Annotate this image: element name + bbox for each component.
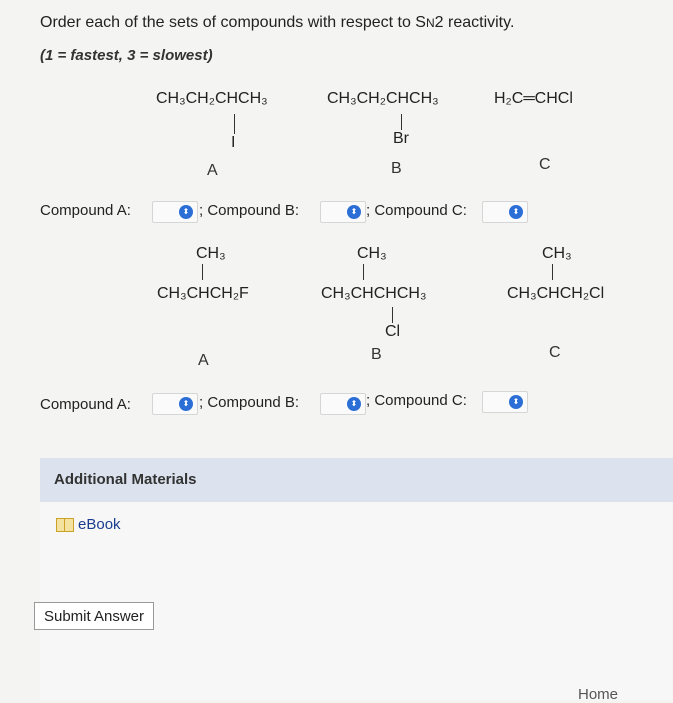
select-chevron-icon: ⬍ (347, 205, 361, 219)
set2-compound-b-bond-top (363, 264, 364, 280)
select-chevron-icon: ⬍ (509, 205, 523, 219)
set2-compound-a-main: CH₃CHCH₂F (157, 285, 249, 302)
set2-compound-a-top: CH₃ (196, 245, 226, 262)
set1-compound-a-substituent: I (231, 134, 236, 151)
question-title: Order each of the sets of compounds with… (40, 14, 514, 32)
set2-compound-b-main: CH₃CHCHCH₃ (321, 285, 427, 302)
book-icon (56, 517, 74, 532)
set2-compound-a-letter: A (198, 352, 209, 369)
select-chevron-icon: ⬍ (179, 397, 193, 411)
title-text: Order each of the sets of compounds with… (40, 14, 426, 31)
title-subscript: N (425, 16, 435, 30)
set1-compound-c-main: H₂C═CHCl (494, 90, 573, 107)
set2-compound-c-bond (552, 264, 553, 280)
ebook-label: eBook (78, 516, 121, 533)
set1-label-c: ; Compound C: (366, 202, 467, 219)
set1-compound-b-bond (401, 114, 402, 130)
set1-select-b[interactable]: ⬍ (320, 201, 366, 223)
set2-compound-c-letter: C (549, 344, 561, 361)
set2-select-b[interactable]: ⬍ (320, 393, 366, 415)
set2-compound-b-top: CH₃ (357, 245, 387, 262)
select-chevron-icon: ⬍ (179, 205, 193, 219)
home-link[interactable]: Home (578, 686, 618, 703)
set2-compound-c-top: CH₃ (542, 245, 572, 262)
set2-compound-b-substituent: Cl (385, 323, 401, 340)
set1-select-a[interactable]: ⬍ (152, 201, 198, 223)
set1-compound-c-letter: C (539, 156, 551, 173)
set2-select-c[interactable]: ⬍ (482, 391, 528, 413)
set2-compound-b-bond-bottom (392, 307, 393, 323)
set1-compound-a-bond (234, 114, 235, 134)
set1-compound-b-letter: B (391, 160, 402, 177)
set1-select-c[interactable]: ⬍ (482, 201, 528, 223)
question-subtitle: (1 = fastest, 3 = slowest) (40, 47, 213, 64)
set1-compound-a-main: CH₃CH₂CHCH₃ (156, 90, 268, 107)
set2-label-a: Compound A: (40, 396, 131, 413)
set1-compound-b-substituent: Br (393, 130, 409, 147)
select-chevron-icon: ⬍ (347, 397, 361, 411)
set2-select-a[interactable]: ⬍ (152, 393, 198, 415)
additional-materials-title: Additional Materials (54, 471, 197, 488)
set1-compound-b-main: CH₃CH₂CHCH₃ (327, 90, 439, 107)
set2-compound-c-main: CH₃CHCH₂Cl (507, 285, 605, 302)
set2-label-b: ; Compound B: (199, 394, 300, 411)
submit-answer-button[interactable]: Submit Answer (34, 602, 154, 630)
set1-compound-a-letter: A (207, 162, 218, 179)
set1-label-b: ; Compound B: (199, 202, 300, 219)
ebook-link[interactable]: eBook (56, 516, 121, 533)
set2-compound-a-bond (202, 264, 203, 280)
set1-label-a: Compound A: (40, 202, 131, 219)
title-text-end: 2 reactivity. (434, 14, 515, 31)
select-chevron-icon: ⬍ (509, 395, 523, 409)
set2-compound-b-letter: B (371, 346, 382, 363)
set2-label-c: ; Compound C: (366, 392, 467, 409)
